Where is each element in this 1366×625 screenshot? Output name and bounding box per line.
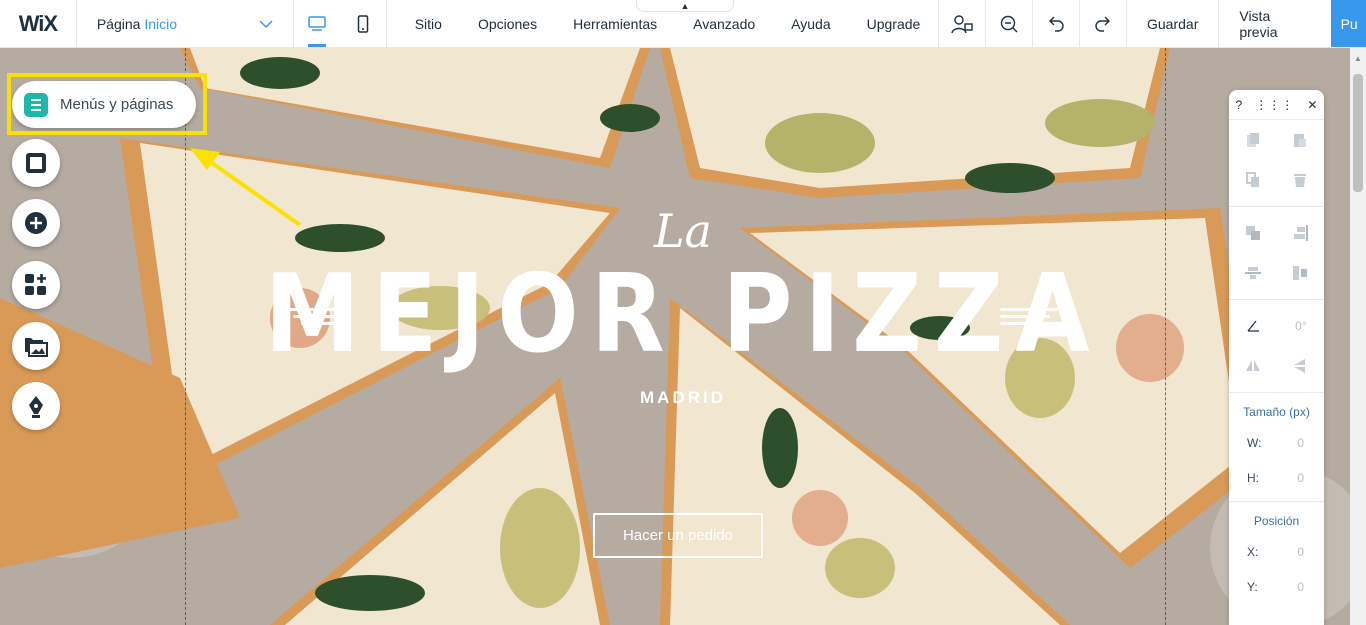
publish-button[interactable]: Pu: [1330, 0, 1366, 47]
desktop-icon: [308, 15, 326, 31]
right-decoration-lines: [1000, 304, 1058, 329]
topbar-tools: Guardar Vista previa Pu: [938, 0, 1366, 47]
device-switcher: [294, 0, 387, 47]
menu-sitio[interactable]: Sitio: [397, 16, 460, 32]
chevron-up-icon: ▲: [680, 0, 690, 11]
rotation-value[interactable]: 0°: [1295, 319, 1306, 333]
align-center-icon[interactable]: [1244, 265, 1261, 281]
paste-icon[interactable]: [1293, 132, 1307, 148]
plus-circle-icon: [25, 212, 47, 234]
flip-vertical-icon[interactable]: [1292, 358, 1308, 374]
undo-button[interactable]: [1032, 0, 1079, 47]
menu-herramientas[interactable]: Herramientas: [555, 16, 675, 32]
y-field[interactable]: Y: 0: [1229, 569, 1324, 604]
size-section-title: Tamaño (px): [1243, 405, 1310, 419]
duplicate-icon[interactable]: [1245, 172, 1260, 188]
user-lock-icon: [951, 14, 973, 33]
panel-rotate-row: 0°: [1229, 306, 1324, 346]
order-button[interactable]: Hacer un pedido: [593, 513, 763, 558]
image-folder-icon: [25, 338, 48, 357]
redo-icon: [1095, 16, 1111, 32]
drag-handle-icon[interactable]: ⋮⋮⋮: [1255, 98, 1294, 112]
add-apps-button[interactable]: [12, 261, 60, 309]
chevron-down-icon: [259, 19, 273, 28]
media-button[interactable]: [12, 322, 60, 370]
panel-copy-row: [1229, 120, 1324, 160]
apps-grid-icon: [25, 274, 46, 295]
height-field[interactable]: H: 0: [1229, 460, 1324, 495]
hero-title[interactable]: MEJOR PIZZA: [0, 251, 1366, 376]
hero-subtitle[interactable]: MADRID: [0, 388, 1366, 408]
left-decoration-lines: [285, 304, 343, 329]
align-right-icon[interactable]: [1292, 225, 1309, 241]
trash-icon[interactable]: [1293, 172, 1307, 188]
square-frame-icon: [26, 153, 46, 173]
tutorial-highlight-box: [7, 73, 207, 135]
mobile-view-button[interactable]: [340, 0, 386, 47]
rotate-angle-icon: [1247, 320, 1260, 332]
panel-header: ? ⋮⋮⋮ ✕: [1229, 90, 1324, 120]
close-icon[interactable]: ✕: [1307, 98, 1317, 112]
zoom-out-icon: [1000, 15, 1018, 32]
panel-arrange-row: [1229, 213, 1324, 253]
preview-button[interactable]: Vista previa: [1218, 0, 1330, 47]
menu-ayuda[interactable]: Ayuda: [773, 16, 848, 32]
scroll-up-icon[interactable]: ▲: [1354, 54, 1362, 63]
x-field[interactable]: X: 0: [1229, 534, 1324, 569]
redo-button[interactable]: [1079, 0, 1126, 47]
scroll-thumb[interactable]: [1353, 74, 1363, 192]
tutorial-arrow: [190, 148, 302, 227]
panel-flip-row: [1229, 346, 1324, 386]
flip-horizontal-icon[interactable]: [1245, 358, 1261, 374]
zoom-out-button[interactable]: [985, 0, 1032, 47]
arrange-icon[interactable]: [1245, 225, 1261, 241]
page-selector-label: Página Inicio: [96, 15, 177, 32]
blog-button[interactable]: [12, 382, 60, 430]
undo-icon: [1049, 16, 1064, 32]
distribute-icon[interactable]: [1292, 265, 1308, 281]
panel-duplicate-row: [1229, 160, 1324, 200]
menu-upgrade[interactable]: Upgrade: [849, 16, 939, 32]
inspector-panel: ? ⋮⋮⋮ ✕ 0° Tamaño (px) W: 0 H: 0 Posición …: [1229, 90, 1324, 625]
menu-avanzado[interactable]: Avanzado: [675, 16, 773, 32]
mobile-icon: [357, 14, 369, 33]
pen-nib-icon: [29, 396, 43, 418]
user-access-button[interactable]: [938, 0, 985, 47]
page-selector[interactable]: Página Inicio: [77, 0, 295, 47]
menu-opciones[interactable]: Opciones: [460, 16, 555, 32]
background-button[interactable]: [12, 139, 60, 187]
position-section-title: Posición: [1253, 514, 1300, 528]
desktop-view-button[interactable]: [294, 0, 340, 47]
vertical-scrollbar[interactable]: ▲: [1350, 48, 1366, 625]
collapse-topbar-tab[interactable]: ▲: [636, 0, 734, 12]
add-element-button[interactable]: [12, 199, 60, 247]
help-button[interactable]: ?: [1236, 98, 1243, 112]
panel-align-row: [1229, 253, 1324, 293]
copy-icon[interactable]: [1246, 132, 1260, 148]
wix-logo: WiX: [0, 0, 77, 47]
width-field[interactable]: W: 0: [1229, 425, 1324, 460]
save-button[interactable]: Guardar: [1126, 0, 1218, 47]
